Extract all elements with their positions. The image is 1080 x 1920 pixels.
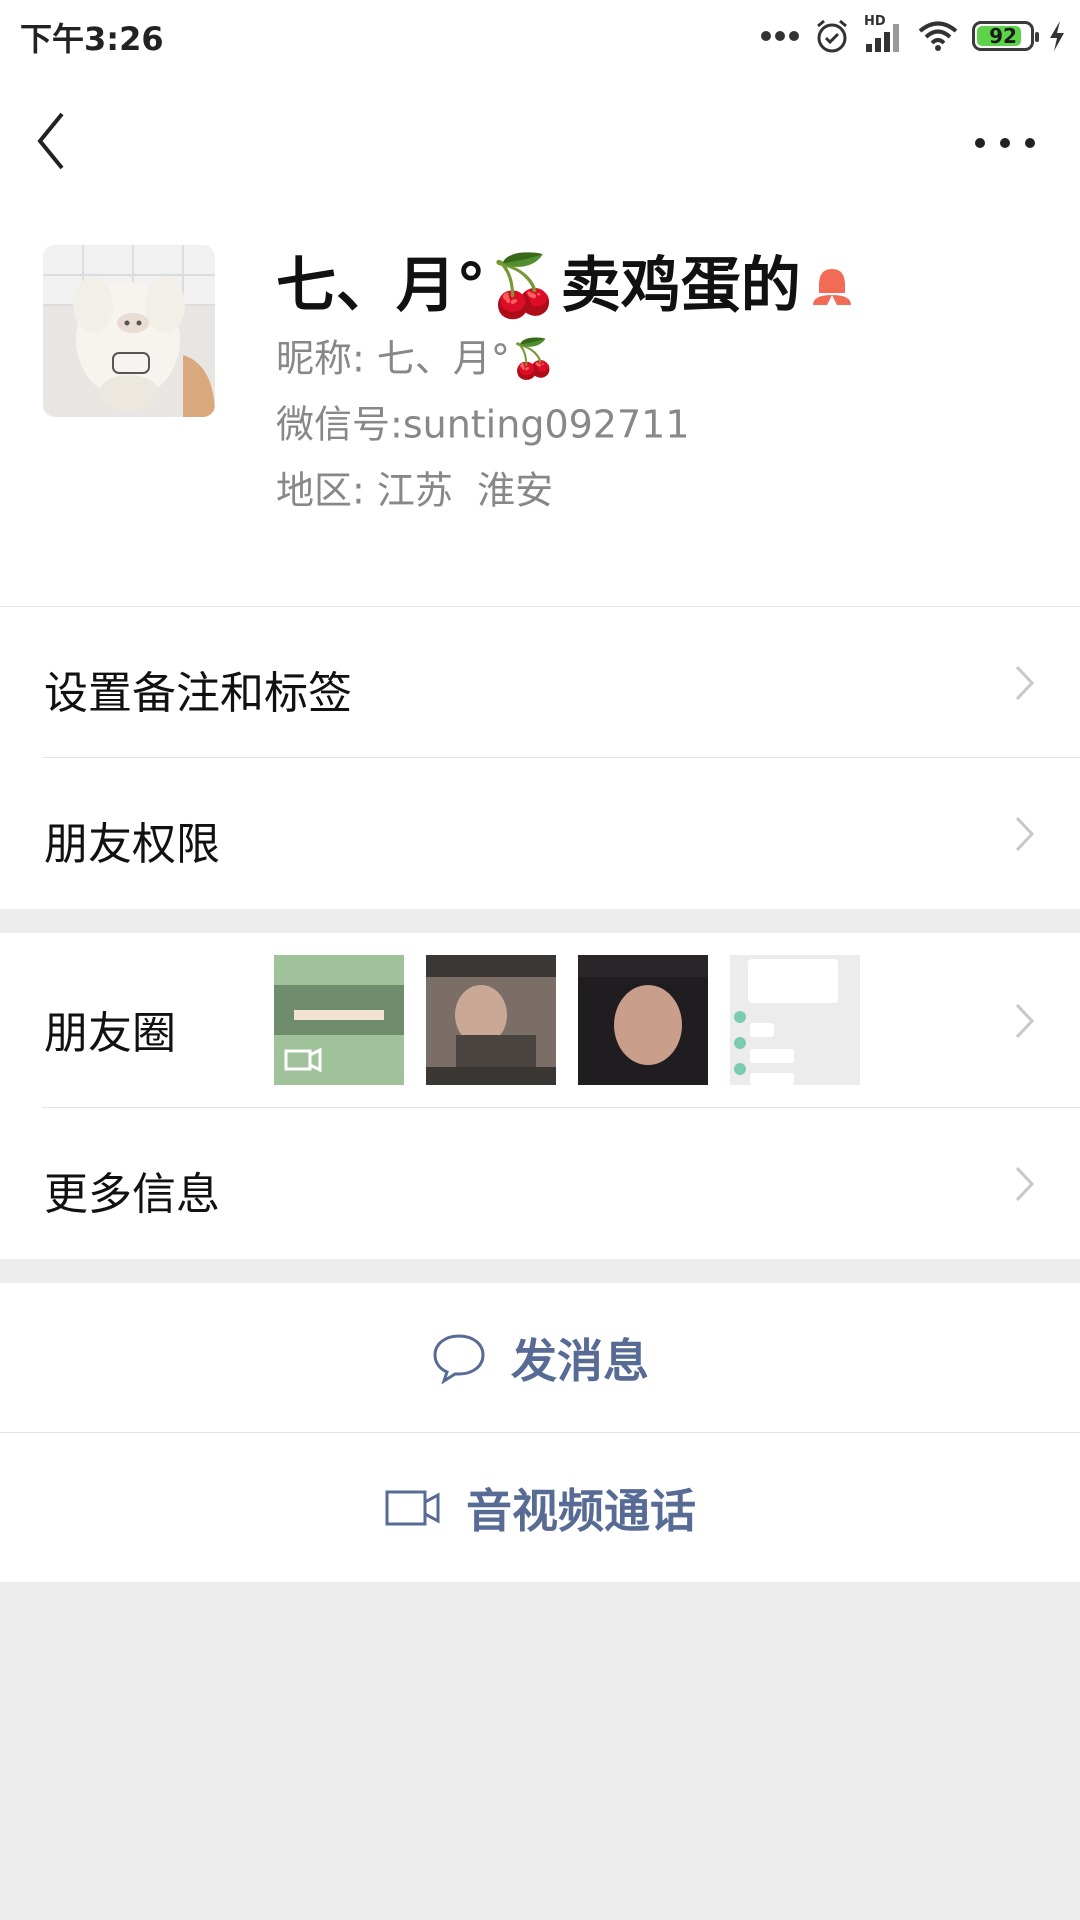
wechat-id-label: 微信号: [276, 402, 403, 447]
profile-card: 七、月°🍒卖鸡蛋的 昵称: 七、月°🍒 微信号:sunting092711 地区… [0, 204, 1080, 607]
more-options-icon[interactable] [970, 128, 1040, 158]
more-info-label: 更多信息 [44, 1169, 220, 1220]
moments-thumbnail[interactable] [426, 955, 556, 1085]
more-notifications-icon [761, 31, 799, 41]
moments-thumbnail[interactable] [274, 955, 404, 1085]
remarks-tags-item[interactable]: 设置备注和标签 [0, 607, 1080, 758]
chevron-right-icon [1015, 1166, 1035, 1202]
nav-bar [0, 72, 1080, 204]
region-row: 地区: 江苏 淮安 [276, 462, 553, 517]
video-call-button[interactable]: 音视频通话 [0, 1433, 1080, 1582]
nickname-value: 七、月°🍒 [376, 336, 558, 381]
charging-icon [1050, 21, 1064, 51]
send-message-label: 发消息 [511, 1333, 649, 1388]
avatar[interactable] [43, 245, 215, 417]
chevron-right-icon [1015, 665, 1035, 701]
battery-icon: 92 [972, 21, 1039, 51]
wechat-id-row: 微信号:sunting092711 [276, 396, 690, 451]
remarks-tags-label: 设置备注和标签 [44, 668, 352, 719]
back-icon[interactable] [30, 108, 90, 174]
moments-item[interactable]: 朋友圈 [0, 933, 1080, 1108]
name-row: 七、月°🍒卖鸡蛋的 [276, 246, 855, 326]
status-time: 下午3:26 [20, 20, 164, 58]
nickname-row: 昵称: 七、月°🍒 [276, 330, 557, 385]
more-info-item[interactable]: 更多信息 [0, 1108, 1080, 1259]
chevron-right-icon [1015, 816, 1035, 852]
moments-thumbnail[interactable] [730, 955, 860, 1085]
moments-thumbnail[interactable] [578, 955, 708, 1085]
region-label: 地区: [276, 468, 365, 513]
signal-icon: HD [864, 14, 904, 54]
female-gender-icon [812, 269, 851, 305]
region-value: 江苏 淮安 [376, 468, 554, 513]
chat-bubble-icon [433, 1333, 485, 1384]
friend-permissions-item[interactable]: 朋友权限 [0, 758, 1080, 909]
nickname-label: 昵称: [276, 336, 365, 381]
display-name: 七、月°🍒卖鸡蛋的 [276, 251, 801, 321]
wechat-id-value[interactable]: sunting092711 [403, 403, 690, 447]
battery-level: 92 [989, 24, 1017, 48]
wifi-icon [918, 21, 958, 51]
alarm-icon [817, 19, 847, 53]
friend-permissions-label: 朋友权限 [44, 819, 220, 870]
video-camera-icon [385, 1490, 440, 1525]
chevron-right-icon [1015, 1003, 1035, 1039]
video-call-label: 音视频通话 [466, 1483, 696, 1538]
moments-thumbnails [274, 955, 860, 1085]
moments-label: 朋友圈 [44, 1008, 176, 1059]
status-icons: HD 92 [760, 14, 1066, 58]
send-message-button[interactable]: 发消息 [0, 1283, 1080, 1433]
status-bar: 下午3:26 HD 92 [0, 0, 1080, 72]
